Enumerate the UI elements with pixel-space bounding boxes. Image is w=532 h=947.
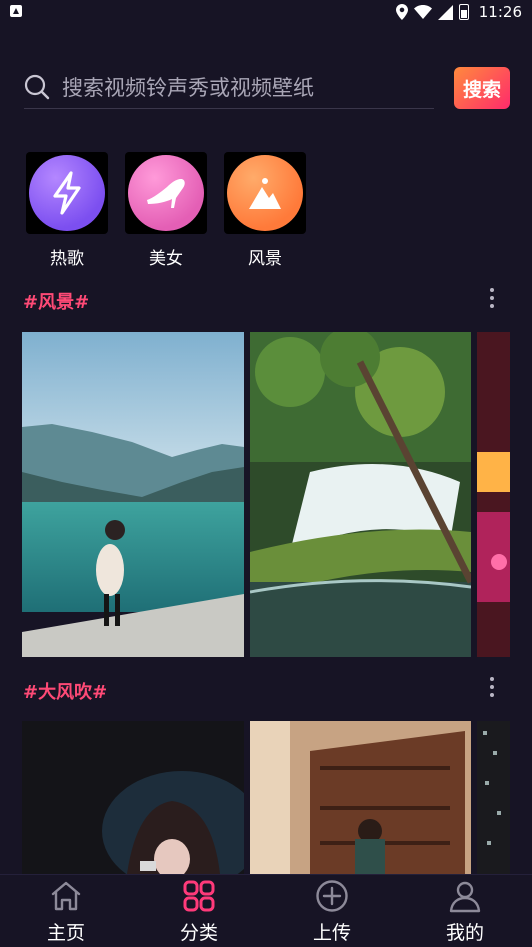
- search-icon: [24, 74, 50, 100]
- nav-label: 我的: [445, 922, 484, 944]
- grid-icon: [183, 880, 215, 912]
- video-thumbnail[interactable]: [250, 332, 471, 657]
- section-title[interactable]: #风景#: [23, 288, 89, 314]
- category-label: 美女: [149, 249, 183, 269]
- nav-item-home[interactable]: 主页: [16, 875, 116, 947]
- building-scene-image: [477, 721, 510, 874]
- category-hot-songs[interactable]: 热歌: [26, 152, 108, 269]
- more-icon[interactable]: [486, 674, 498, 700]
- video-thumbnail[interactable]: [477, 332, 510, 657]
- video-thumbnail[interactable]: [477, 721, 510, 874]
- category-tile: [224, 152, 306, 234]
- location-icon: [395, 4, 408, 20]
- nav-item-upload[interactable]: 上传: [282, 875, 382, 947]
- stage-scene-image: [477, 332, 510, 657]
- video-thumbnail[interactable]: [250, 721, 471, 874]
- category-label: 热歌: [50, 249, 84, 269]
- search-button[interactable]: 搜索: [454, 67, 510, 109]
- category-beauty[interactable]: 美女: [125, 152, 207, 269]
- category-circle: [29, 155, 105, 231]
- search-bar: [24, 66, 434, 109]
- high-heel-icon: [147, 179, 185, 208]
- plus-circle-icon: [316, 880, 348, 912]
- section-title[interactable]: #大风吹#: [23, 678, 107, 704]
- nav-label: 上传: [312, 922, 351, 944]
- home-icon: [51, 881, 81, 911]
- lightning-icon: [53, 171, 81, 215]
- bottom-nav: 主页 分类 上传 我的: [0, 874, 532, 947]
- status-bar: 11:26: [0, 0, 532, 24]
- user-icon: [449, 881, 481, 913]
- more-icon[interactable]: [486, 285, 498, 311]
- notification-icon: [10, 5, 22, 17]
- video-thumbnail[interactable]: [22, 332, 244, 657]
- status-time: 11:26: [478, 3, 522, 21]
- category-tile: [26, 152, 108, 234]
- waterfall-scene-image: [250, 332, 471, 657]
- nav-label: 分类: [179, 922, 218, 944]
- nav-item-category[interactable]: 分类: [149, 875, 249, 947]
- video-thumbnail[interactable]: [22, 721, 244, 874]
- wifi-icon: [413, 5, 432, 19]
- lake-scene-image: [22, 332, 244, 657]
- room-scene-image: [250, 721, 471, 874]
- category-tile: [125, 152, 207, 234]
- category-circle: [227, 155, 303, 231]
- battery-icon: [458, 4, 469, 20]
- mountain-icon: [249, 178, 281, 209]
- category-circle: [128, 155, 204, 231]
- category-label: 风景: [248, 249, 282, 269]
- search-input[interactable]: [60, 72, 434, 104]
- status-icons: 11:26: [395, 2, 522, 22]
- category-scenery[interactable]: 风景: [224, 152, 306, 269]
- singer-scene-image: [22, 721, 244, 874]
- nav-item-mine[interactable]: 我的: [415, 875, 515, 947]
- signal-icon: [437, 4, 453, 20]
- nav-label: 主页: [46, 922, 85, 944]
